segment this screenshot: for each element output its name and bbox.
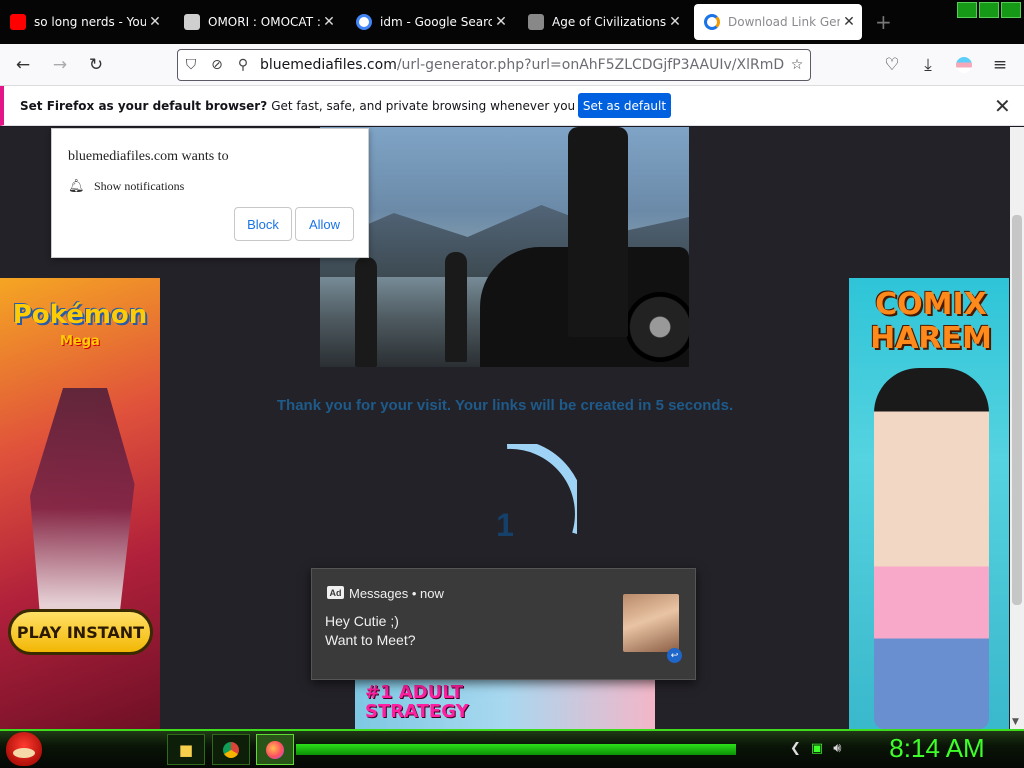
- system-tray: ❮ ▣ 🔊︎: [790, 741, 841, 756]
- tab-title: so long nerds - YouTube: [34, 15, 146, 29]
- url-domain: bluemediafiles.com: [260, 57, 397, 73]
- youtube-icon: [10, 14, 26, 30]
- ad-subtitle: Mega: [60, 334, 100, 349]
- page-icon: [528, 14, 544, 30]
- allow-button[interactable]: Allow: [295, 207, 354, 241]
- firefox-taskbar-button[interactable]: [256, 734, 294, 765]
- file-explorer-taskbar-button[interactable]: ■: [167, 734, 205, 765]
- forward-button[interactable]: →: [47, 52, 73, 78]
- person-silhouette: [445, 252, 467, 362]
- chrome-taskbar-button[interactable]: [212, 734, 250, 765]
- scrollbar-thumb[interactable]: [1012, 215, 1022, 605]
- ad-badge: Ad: [327, 586, 344, 599]
- folder-icon: ■: [178, 740, 194, 759]
- bookmark-star-icon[interactable]: ☆: [784, 57, 810, 73]
- reload-button[interactable]: ↻: [83, 52, 109, 78]
- taskbar-decoration: [296, 744, 736, 755]
- tab-title: idm - Google Search: [380, 15, 492, 29]
- message-header: Messages • now: [349, 586, 444, 601]
- set-as-default-button[interactable]: Set as default: [578, 93, 671, 118]
- vertical-scrollbar[interactable]: ▼: [1010, 127, 1024, 729]
- message-line-1: Hey Cutie ;): [325, 613, 399, 629]
- tab-title: Download Link Generator: [728, 15, 840, 29]
- tab-title: Age of Civilizations II: [552, 15, 666, 29]
- site-info-icon[interactable]: ⚲: [230, 57, 256, 73]
- person-silhouette: [568, 127, 628, 337]
- loading-icon: [704, 14, 720, 30]
- message-thumbnail: [623, 594, 679, 652]
- ad-character-art: [30, 388, 135, 628]
- permission-title: bluemediafiles.com wants to: [68, 149, 229, 164]
- google-icon: [356, 14, 372, 30]
- permission-item: Show notifications: [94, 179, 185, 193]
- play-instant-button[interactable]: PLAY INSTANT: [8, 609, 153, 655]
- minimize-button[interactable]: [957, 2, 977, 18]
- scroll-down-arrow[interactable]: ▼: [1012, 717, 1019, 727]
- message-notification[interactable]: Ad Messages • now Hey Cutie ;) Want to M…: [311, 568, 696, 680]
- ad-logo-text: Pokémon: [12, 300, 148, 330]
- reply-icon[interactable]: ↩: [667, 648, 682, 663]
- tab-age-of-civilizations[interactable]: Age of Civilizations II ✕: [518, 4, 688, 40]
- menu-icon[interactable]: ≡: [987, 52, 1013, 78]
- tab-youtube[interactable]: so long nerds - YouTube ✕: [0, 4, 168, 40]
- default-browser-question: Set Firefox as your default browser?: [20, 98, 268, 113]
- default-browser-bar: Set Firefox as your default browser? Get…: [0, 86, 1024, 126]
- chrome-icon: [223, 741, 239, 758]
- window-controls: [957, 2, 1021, 18]
- maximize-button[interactable]: [979, 2, 999, 18]
- tab-omori[interactable]: OMORI : OMOCAT : Fandom ✕: [174, 4, 342, 40]
- taskbar: ■ ❮ ▣ 🔊︎ 8:14 AM: [0, 729, 1024, 768]
- ad-title: COMIX HAREM: [870, 287, 992, 356]
- ad-bottom-line2: STRATEGY: [365, 701, 469, 722]
- show-hidden-icons-icon[interactable]: ❮: [790, 741, 801, 756]
- ad-banner-bottom[interactable]: #1 ADULT STRATEGY: [355, 679, 655, 729]
- car-wheel: [625, 292, 689, 362]
- close-icon[interactable]: ✕: [320, 14, 338, 30]
- url-text[interactable]: bluemediafiles.com/url-generator.php?url…: [260, 57, 784, 73]
- thank-you-message: Thank you for your visit. Your links wil…: [276, 397, 734, 414]
- navigation-toolbar: ← → ↻ ⛉ ⊘ ⚲ bluemediafiles.com/url-gener…: [0, 44, 1024, 86]
- volume-icon[interactable]: 🔊︎: [833, 741, 841, 756]
- tab-strip: so long nerds - YouTube ✕ OMORI : OMOCAT…: [0, 0, 1024, 44]
- url-bar[interactable]: ⛉ ⊘ ⚲ bluemediafiles.com/url-generator.p…: [177, 49, 811, 81]
- firefox-icon: [266, 740, 284, 759]
- tab-download-link-generator[interactable]: Download Link Generator ✕: [694, 4, 862, 40]
- tab-title: OMORI : OMOCAT : Fandom: [208, 15, 320, 29]
- hero-image: [320, 127, 689, 367]
- close-icon[interactable]: ✕: [994, 94, 1011, 118]
- shield-icon[interactable]: ⛉: [178, 57, 204, 73]
- close-icon[interactable]: ✕: [492, 14, 510, 30]
- bell-icon: 🔔︎: [68, 178, 85, 193]
- new-tab-button[interactable]: +: [875, 10, 892, 34]
- countdown-number: 1: [496, 507, 514, 543]
- angry-bird-beak: [13, 748, 35, 758]
- person-silhouette: [355, 257, 377, 367]
- close-window-button[interactable]: [1001, 2, 1021, 18]
- downloads-icon[interactable]: ⤓: [915, 52, 941, 78]
- start-button[interactable]: [6, 732, 42, 766]
- block-button[interactable]: Block: [234, 207, 292, 241]
- url-path: /url-generator.php?url=onAhF5ZLCDGjfP3AA…: [396, 57, 784, 73]
- pocket-icon[interactable]: ♡: [879, 52, 905, 78]
- close-icon[interactable]: ✕: [840, 14, 858, 30]
- ad-banner-right[interactable]: COMIX HAREM: [849, 278, 1009, 729]
- message-line-2: Want to Meet?: [325, 632, 416, 648]
- bank-icon: [184, 14, 200, 30]
- close-icon[interactable]: ✕: [666, 14, 684, 30]
- ad-bottom-line1: #1 ADULT: [365, 682, 464, 703]
- tab-google-search[interactable]: idm - Google Search ✕: [346, 4, 514, 40]
- notification-permission-popup: bluemediafiles.com wants to 🔔︎ Show noti…: [51, 128, 369, 258]
- close-icon[interactable]: ✕: [146, 14, 164, 30]
- account-icon[interactable]: [951, 52, 977, 78]
- ad-character-art: [874, 368, 989, 729]
- battery-icon[interactable]: ▣: [811, 741, 823, 756]
- blocked-notification-icon[interactable]: ⊘: [204, 57, 230, 73]
- ad-banner-left[interactable]: Pokémon Mega PLAY INSTANT: [0, 278, 160, 729]
- ad-bottom-text: #1 ADULT STRATEGY: [365, 683, 469, 721]
- back-button[interactable]: ←: [10, 52, 36, 78]
- clock[interactable]: 8:14 AM: [878, 733, 996, 764]
